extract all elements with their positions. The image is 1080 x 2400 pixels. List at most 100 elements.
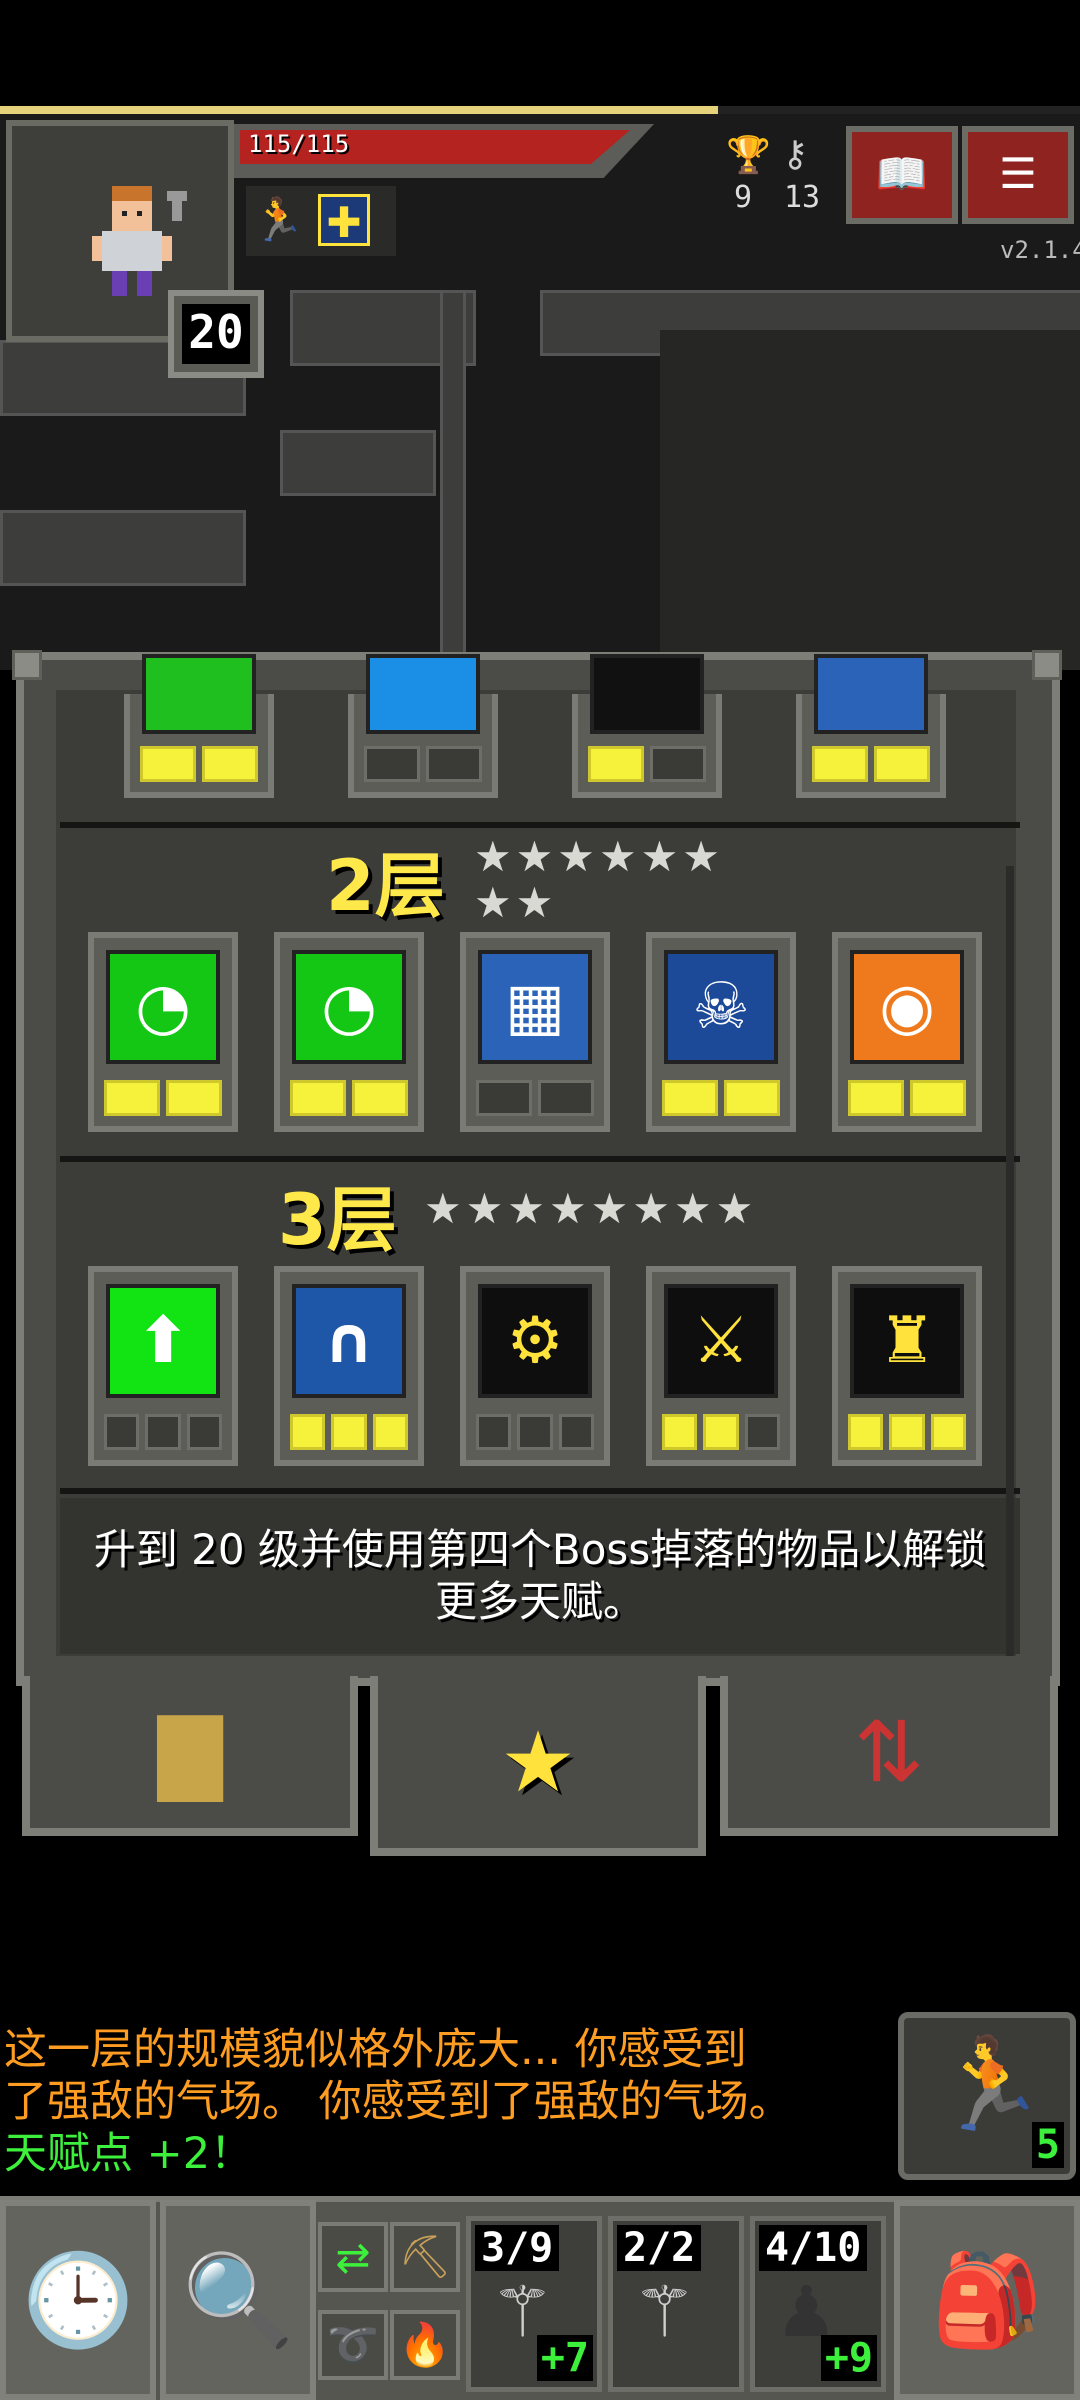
talent-points [364,746,482,782]
magnifier-icon: 🔍 [181,2247,295,2353]
talent-card[interactable] [796,654,946,798]
talent-point [186,1414,222,1450]
talent-point [538,1080,594,1116]
pickaxe-slot[interactable]: ⛏ [390,2222,460,2292]
haste-armor-talent-icon: ♜ [850,1284,964,1398]
menu-button[interactable]: ☰ [962,126,1074,224]
talent-card[interactable]: ⚙ [460,1266,610,1466]
talent-card[interactable]: ∩ [274,1266,424,1466]
tier-divider [60,822,1020,828]
quick-action-button[interactable]: 🏃 5 [898,2012,1076,2180]
depth-icon: 🏆 [726,135,771,176]
talent-points [588,746,706,782]
talent-point [104,1414,140,1450]
haste-icon[interactable]: 🏃 [252,194,304,246]
talent-card[interactable]: ◔ [88,932,238,1132]
talent-point [874,746,930,782]
tier-divider [60,1156,1020,1162]
log-line: 天赋点 +2！ [4,2129,254,2179]
talent-card[interactable] [348,654,498,798]
green-upgrade-talent-icon: ⬆ [106,1284,220,1398]
dungeon-stats: 🏆 9 ⚷ 13 [700,130,840,230]
game-log: 这一层的规模貌似格外庞大... 你感受到 了强敌的气场。 你感受到了强敌的气场。… [4,2024,884,2180]
tab-stats[interactable]: ▇ [22,1676,358,1836]
backpack-button[interactable]: 🎒 [894,2200,1080,2400]
grid-talent-icon: ▦ [478,950,592,1064]
talent-point [140,746,196,782]
tier-2-title: 2层 [326,845,445,927]
food-green-talent-icon: ◔ [106,950,220,1064]
talent-point [812,746,868,782]
talent-points [476,1080,594,1116]
talent-point [930,1414,966,1450]
xp-bar [0,106,1080,114]
torch-icon: 🔥 [398,2320,452,2369]
quickslot-2[interactable]: ⚚ 2/2 [608,2216,744,2392]
talent-point [290,1080,346,1116]
talent-points [104,1080,222,1116]
talent-card[interactable]: ♜ [832,1266,982,1466]
iron-keys-value: 13 [784,180,821,215]
talent-point [104,1080,160,1116]
talent-point [364,746,420,782]
version-label: v2.1.4 [1000,236,1080,264]
hero-level-text: 20 [182,304,250,364]
talent-card[interactable]: ◉ [832,932,982,1132]
talent-point [662,1414,698,1450]
quickslot-3[interactable]: ♟ 4/10 +9 [750,2216,886,2392]
unlock-message: 升到 20 级并使用第四个Boss掉落的物品以解锁更多天赋。 [93,1525,987,1626]
talent-points [848,1080,966,1116]
talent-card[interactable]: ▦ [460,932,610,1132]
panel-corner [12,650,42,680]
quickslot-1[interactable]: ⚚ 3/9 +7 [466,2216,602,2392]
haste-gear-talent-icon: ⚙ [478,1284,592,1398]
talent-card[interactable] [572,654,722,798]
unlock-message-box: 升到 20 级并使用第四个Boss掉落的物品以解锁更多天赋。 [60,1498,1020,1654]
swap-icon: ⇅ [853,1703,925,1801]
tier-3-title: 3层 [278,1179,397,1261]
torch-slot[interactable]: 🔥 [390,2310,460,2380]
swap-arrows-icon: ⇄ [335,2232,371,2282]
pickaxe-icon: ⛏ [398,2232,452,2281]
rope-icon: ➰ [326,2320,380,2369]
tab-swap[interactable]: ⇅ [720,1676,1058,1836]
talent-point [703,1414,739,1450]
talent-point [650,746,706,782]
talent-point [588,746,644,782]
talent-card[interactable]: ⚔ [646,1266,796,1466]
quickslot-charges: 4/10 [759,2225,868,2271]
wait-button[interactable]: 🕒 [0,2200,156,2400]
talent-list-scrollbar[interactable] [1006,866,1014,1656]
talent-points [662,1414,780,1450]
talent-point [426,746,482,782]
backpack-icon: 🎒 [930,2247,1044,2353]
journal-button[interactable]: 📖 [846,126,958,224]
search-button[interactable]: 🔍 [160,2200,316,2400]
depth-value: 9 [734,180,753,215]
rope-slot[interactable]: ➰ [318,2310,388,2380]
talent-point [848,1080,904,1116]
talent-card[interactable]: ☠ [646,932,796,1132]
star-icon: ★ [500,1713,576,1811]
swap-quickslot-button[interactable]: ⇄ [318,2222,388,2292]
quickslot-charges: 3/9 [475,2225,560,2271]
talent-points [104,1414,222,1450]
tab-talents[interactable]: ★ [370,1676,706,1856]
wand-icon: ⚚ [633,2271,696,2353]
bless-icon[interactable]: ✚ [318,194,370,247]
buff-bar[interactable]: 🏃 ✚ [246,186,396,256]
talent-card[interactable] [124,654,274,798]
stats-icon: ▇ [157,1703,223,1801]
partial-green-talent-icon [142,654,256,734]
hp-text: 115/115 [248,130,350,158]
talent-card[interactable]: ◔ [274,932,424,1132]
blue-arch-talent-icon: ∩ [292,1284,406,1398]
talent-card[interactable]: ⬆ [88,1266,238,1466]
hero-level-badge: 20 [168,290,264,378]
talent-point [517,1414,553,1450]
haste-sword-talent-icon: ⚔ [664,1284,778,1398]
talent-point [331,1414,367,1450]
clock-icon: 🕒 [21,2247,135,2353]
talent-point [166,1080,222,1116]
quickslot-upgrade: +9 [820,2335,877,2381]
